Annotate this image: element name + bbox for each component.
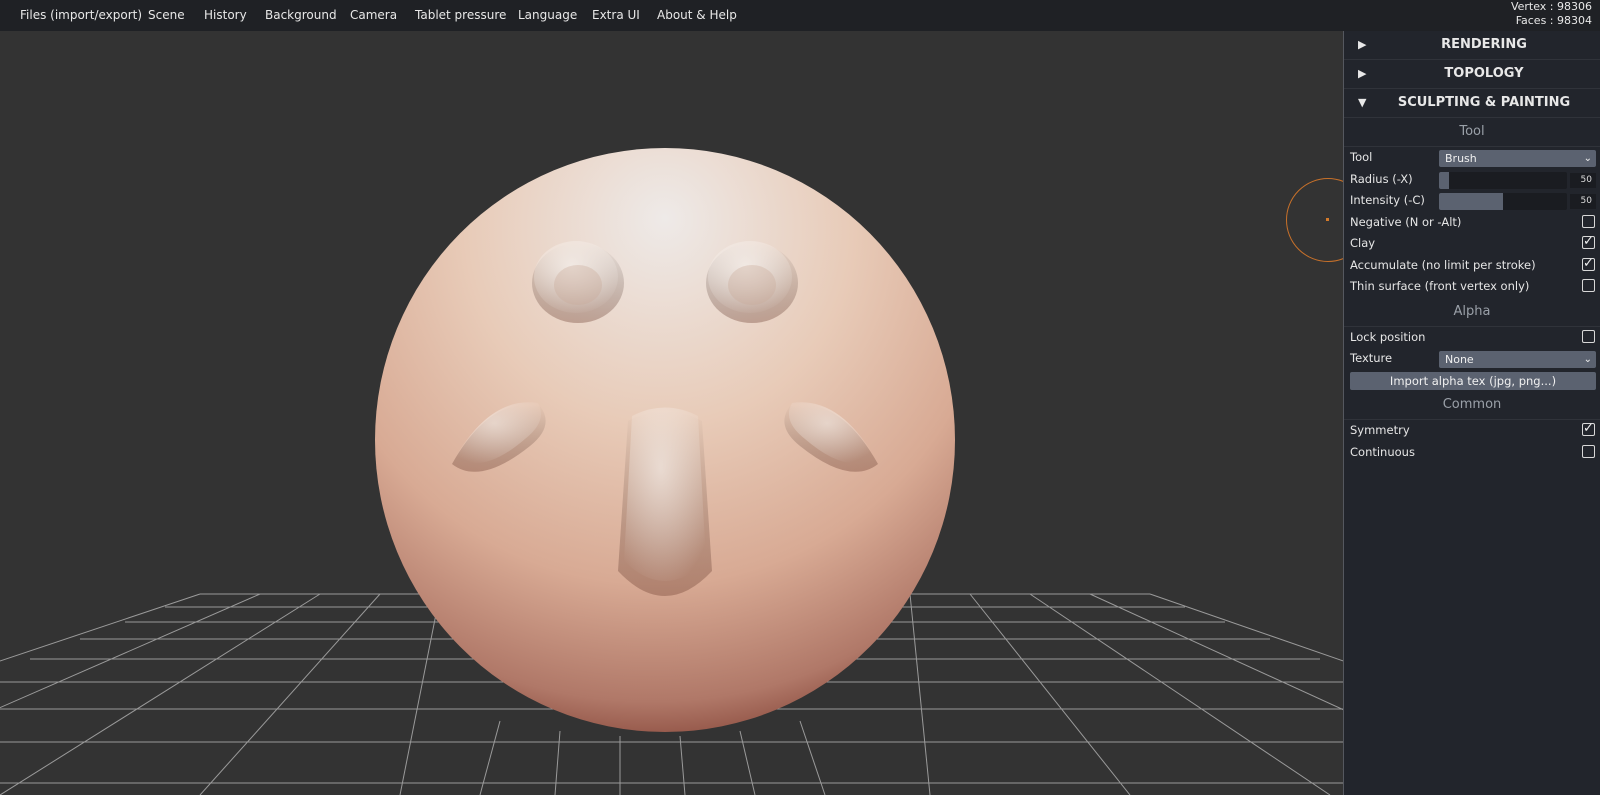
menu-background[interactable]: Background [265,8,337,22]
section-common: Common [1344,391,1600,420]
row-radius: Radius (-X) 50 [1344,169,1600,191]
sculpt-nose [618,407,712,596]
sculpt-sphere [375,148,955,732]
row-intensity: Intensity (-C) 50 [1344,190,1600,212]
accumulate-label: Accumulate (no limit per stroke) [1350,257,1536,272]
row-tool: Tool Brush ⌄ [1344,147,1600,169]
row-continuous: Continuous [1344,442,1600,464]
tool-select[interactable]: Brush ⌄ [1439,150,1596,167]
menu-history[interactable]: History [204,8,247,22]
menu-files[interactable]: Files (import/export) [20,8,142,22]
row-symmetry: Symmetry ✓ [1344,420,1600,442]
tool-label: Tool [1350,150,1373,164]
texture-select-value: None [1445,353,1474,366]
row-clay: Clay ✓ [1344,233,1600,255]
menu-language[interactable]: Language [518,8,577,22]
intensity-value-input[interactable]: 50 [1570,194,1596,209]
menu-about-help[interactable]: About & Help [657,8,737,22]
row-thin-surface: Thin surface (front vertex only) [1344,276,1600,298]
folder-sculpting-painting[interactable]: ▼ SCULPTING & PAINTING [1344,89,1600,118]
thin-surface-checkbox[interactable] [1582,279,1595,292]
radius-slider-fill [1439,171,1450,189]
radius-value-input[interactable]: 50 [1570,172,1596,188]
row-import-alpha: Import alpha tex (jpg, png...) [1344,370,1600,392]
menu-tablet-pressure[interactable]: Tablet pressure [415,8,506,22]
lock-position-checkbox[interactable] [1582,329,1595,343]
menu-scene[interactable]: Scene [148,8,185,22]
section-alpha: Alpha [1344,298,1600,327]
clay-label: Clay [1350,236,1376,250]
side-panel: ▶ RENDERING ▶ TOPOLOGY ▼ SCULPTING & PAI… [1343,31,1600,795]
symmetry-label: Symmetry [1350,423,1410,437]
intensity-slider[interactable] [1439,193,1567,210]
tool-select-value: Brush [1445,152,1477,165]
viewport-canvas[interactable] [0,31,1343,795]
import-alpha-button[interactable]: Import alpha tex (jpg, png...) [1350,371,1596,390]
row-negative: Negative (N or -Alt) [1344,212,1600,234]
face-count: Faces : 98304 [1515,14,1592,27]
folder-rendering[interactable]: ▶ RENDERING [1344,31,1600,60]
brush-center-dot [1326,218,1329,221]
negative-label: Negative (N or -Alt) [1350,214,1462,229]
texture-label: Texture [1350,351,1393,365]
scene-render [0,148,1343,795]
texture-select[interactable]: None ⌄ [1439,351,1596,368]
symmetry-checkbox[interactable]: ✓ [1582,422,1595,436]
folder-sculpting-title: SCULPTING & PAINTING [1397,95,1571,110]
row-lock-position: Lock position [1344,327,1600,349]
intensity-label: Intensity (-C) [1350,193,1425,207]
section-tool: Tool [1344,118,1600,147]
chevron-down-icon: ⌄ [1583,354,1592,365]
continuous-label: Continuous [1350,444,1415,459]
radius-label: Radius (-X) [1350,171,1413,186]
menu-extra-ui[interactable]: Extra UI [592,8,640,22]
clay-checkbox[interactable]: ✓ [1582,235,1595,249]
menu-camera[interactable]: Camera [350,8,397,22]
radius-slider[interactable] [1439,171,1567,189]
mesh-stats: Vertex : 98306 Faces : 98304 [1511,0,1592,28]
lock-position-label: Lock position [1350,329,1426,344]
menu-bar: Files (import/export) Scene History Back… [0,0,1600,32]
vertex-count: Vertex : 98306 [1510,0,1592,13]
accumulate-checkbox[interactable]: ✓ [1582,257,1595,271]
row-accumulate: Accumulate (no limit per stroke) ✓ [1344,255,1600,277]
row-texture: Texture None ⌄ [1344,348,1600,370]
thin-surface-label: Thin surface (front vertex only) [1350,279,1530,293]
intensity-slider-fill [1439,193,1503,210]
folder-topology-title: TOPOLOGY [1444,66,1524,81]
negative-checkbox[interactable] [1582,214,1595,228]
folder-topology[interactable]: ▶ TOPOLOGY [1344,60,1600,89]
chevron-down-icon: ⌄ [1583,153,1592,164]
folder-rendering-title: RENDERING [1441,37,1527,52]
continuous-checkbox[interactable] [1582,444,1595,458]
